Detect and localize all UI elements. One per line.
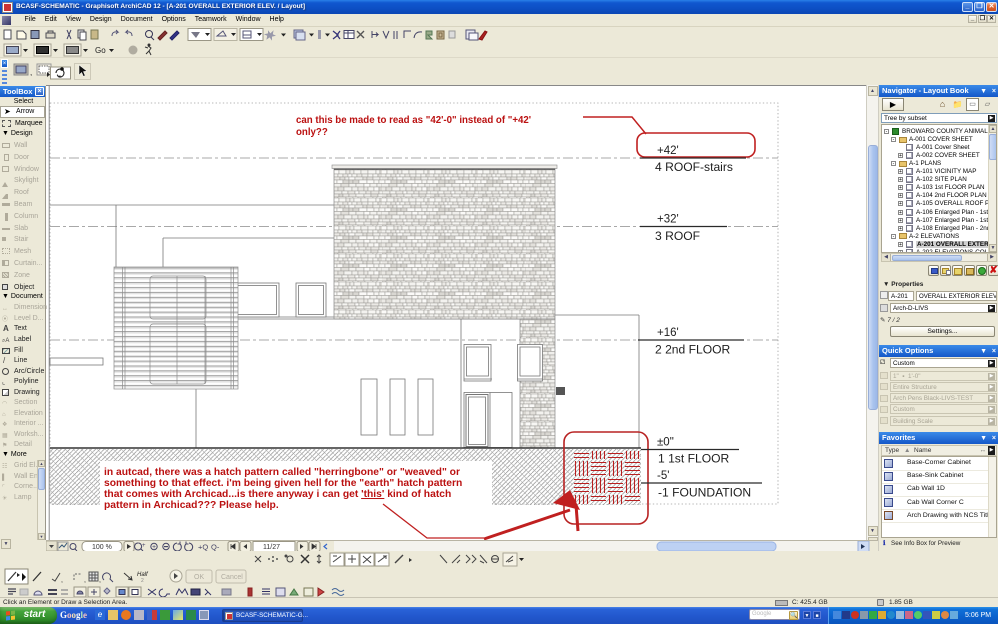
svg-text:4 ROOF-stairs: 4 ROOF-stairs bbox=[655, 160, 733, 174]
svg-text:+: + bbox=[142, 543, 146, 549]
svg-text:11/27: 11/27 bbox=[263, 544, 280, 551]
svg-text:Go: Go bbox=[95, 46, 106, 55]
svg-text:+: + bbox=[152, 544, 156, 551]
svg-text:2: 2 bbox=[141, 578, 144, 584]
svg-text:only??: only?? bbox=[296, 127, 328, 138]
svg-text:1 1st FLOOR: 1 1st FLOOR bbox=[658, 452, 730, 466]
svg-text:Cancel: Cancel bbox=[221, 574, 243, 581]
svg-text:OK: OK bbox=[194, 574, 204, 581]
svg-text:+32': +32' bbox=[657, 214, 679, 226]
svg-text:,: , bbox=[99, 577, 101, 584]
svg-text:3 ROOF: 3 ROOF bbox=[655, 229, 700, 243]
svg-text:can this be made to read as "4: can this be made to read as "42'-0" inst… bbox=[296, 115, 531, 126]
svg-text:±0": ±0" bbox=[657, 437, 674, 449]
svg-text:,: , bbox=[30, 68, 32, 77]
svg-text:something to that effect. i'm: something to that effect. i'm being give… bbox=[104, 478, 462, 489]
svg-text:2 2nd FLOOR: 2 2nd FLOOR bbox=[655, 343, 731, 357]
svg-text:in autcad, there was a hatch p: in autcad, there was a hatch pattern cal… bbox=[104, 467, 460, 478]
svg-text:,: , bbox=[61, 577, 63, 584]
svg-text:that comes with Archicad...is: that comes with Archicad...is there anyw… bbox=[104, 489, 451, 500]
svg-text:+42': +42' bbox=[657, 145, 679, 157]
svg-text:+16': +16' bbox=[657, 327, 679, 339]
svg-text:pattern in Archicad??? Please: pattern in Archicad??? Please help. bbox=[104, 500, 279, 511]
svg-text:-1 FOUNDATION: -1 FOUNDATION bbox=[658, 486, 751, 500]
svg-text:,: , bbox=[84, 577, 86, 584]
svg-text:100 %: 100 % bbox=[92, 544, 112, 551]
svg-text:-5': -5' bbox=[657, 470, 669, 482]
